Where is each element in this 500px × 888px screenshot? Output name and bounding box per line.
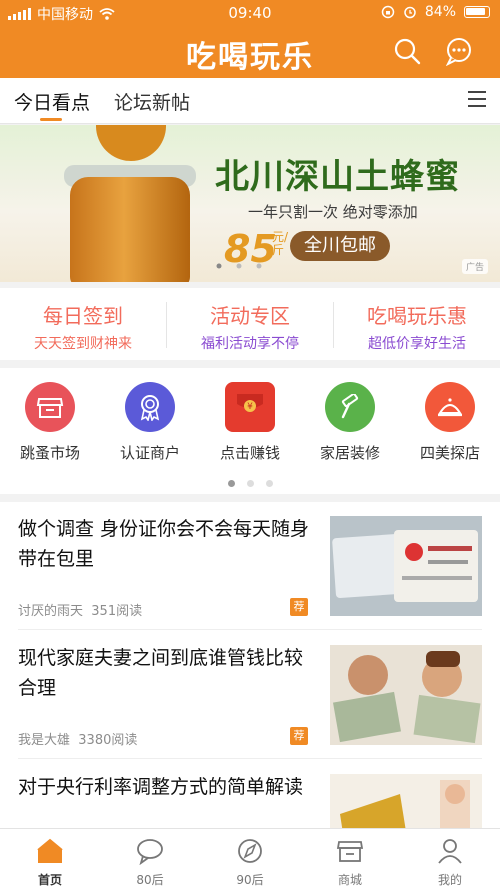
recommend-badge: 荐	[290, 727, 308, 745]
bottom-tab-bar: 首页 80后 90后 商城 我的	[0, 828, 500, 888]
tabbar-90s[interactable]: 90后	[200, 837, 300, 888]
tabbar-label: 80后	[136, 873, 164, 887]
grid-label: 家居装修	[319, 444, 380, 462]
list-item[interactable]: 对于央行利率调整方式的简单解读	[0, 760, 500, 828]
article-title: 对于央行利率调整方式的简单解读	[18, 776, 304, 798]
store-icon	[25, 382, 75, 432]
status-right: 84%	[381, 4, 490, 20]
tabbar-label: 商城	[337, 873, 362, 887]
alarm-icon	[404, 6, 416, 19]
feature-subtitle: 福利活动享不停	[201, 336, 299, 352]
banner-subtitle: 一年只割一次 绝对零添加	[248, 203, 418, 221]
app-title: 吃喝玩乐	[186, 40, 314, 75]
content-tabs: 今日看点 论坛新帖	[0, 78, 500, 124]
hammer-icon	[325, 382, 375, 432]
battery-percent: 84%	[424, 4, 456, 20]
divider	[18, 629, 482, 630]
feature-title: 吃喝玩乐惠	[367, 304, 467, 328]
banner-pager-dots	[216, 263, 262, 269]
grid-item-certified[interactable]: 认证商户	[100, 382, 200, 463]
article-meta: 讨厌的雨天 351阅读	[18, 600, 142, 619]
banner-cta-button[interactable]: 全川包邮	[290, 231, 390, 261]
top-bar: 中国移动 09:40 84% 吃喝玩乐	[0, 0, 500, 78]
grid-item-home-decor[interactable]: 家居装修	[300, 382, 400, 463]
grid-item-flea-market[interactable]: 跳蚤市场	[0, 382, 100, 463]
svg-text:¥: ¥	[247, 402, 253, 412]
promo-banner[interactable]: 北川深山土蜂蜜 一年只割一次 绝对零添加 85 元/斤 全川包邮 广告	[0, 125, 500, 282]
food-tray-icon	[425, 382, 475, 432]
article-meta: 我是大雄 3380阅读	[18, 729, 137, 748]
pager-dot	[265, 480, 273, 487]
tab-today[interactable]: 今日看点	[14, 88, 90, 115]
tabbar-label: 90后	[236, 873, 264, 887]
feature-deals[interactable]: 吃喝玩乐惠 超低价享好生活	[334, 288, 500, 360]
article-reads: 3380阅读	[78, 733, 138, 748]
red-envelope-icon: ¥	[225, 382, 275, 432]
feature-row: 每日签到 天天签到财神来 活动专区 福利活动享不停 吃喝玩乐惠 超低价享好生活	[0, 288, 500, 360]
tabbar-label: 首页	[37, 873, 62, 887]
article-thumbnail	[330, 774, 482, 828]
article-title: 做个调查 身份证你会不会每天随身带在包里	[18, 518, 310, 570]
pager-dot	[227, 480, 235, 487]
grid-label: 认证商户	[119, 444, 180, 462]
pager-dot	[246, 480, 254, 487]
grid-label: 跳蚤市场	[19, 444, 80, 462]
tabbar-label: 我的	[437, 873, 462, 887]
banner-title: 北川深山土蜂蜜	[215, 157, 460, 197]
article-thumbnail	[330, 516, 482, 616]
shop-icon	[336, 841, 364, 862]
message-icon[interactable]	[444, 36, 474, 66]
feature-checkin[interactable]: 每日签到 天天签到财神来	[0, 288, 166, 360]
article-list: 做个调查 身份证你会不会每天随身带在包里 讨厌的雨天 351阅读 荐 现代家庭夫…	[0, 502, 500, 828]
article-thumbnail	[330, 645, 482, 745]
recommend-badge: 荐	[290, 598, 308, 616]
honey-jar-image	[70, 177, 190, 282]
banner-unit: 元/斤	[272, 230, 289, 257]
feature-title: 活动专区	[210, 304, 290, 328]
feature-activities[interactable]: 活动专区 福利活动享不停	[167, 288, 333, 360]
list-item[interactable]: 做个调查 身份证你会不会每天随身带在包里 讨厌的雨天 351阅读 荐	[0, 502, 500, 630]
person-icon	[438, 839, 462, 864]
ad-tag: 广告	[461, 259, 488, 274]
status-bar: 中国移动 09:40 84%	[0, 0, 500, 26]
article-reads: 351阅读	[91, 604, 143, 619]
article-author: 我是大雄	[18, 733, 71, 748]
tab-forum[interactable]: 论坛新帖	[114, 88, 190, 115]
grid-label: 四美探店	[419, 444, 480, 462]
grid-label: 点击赚钱	[219, 444, 280, 462]
article-title: 现代家庭夫妻之间到底谁管钱比较合理	[18, 647, 304, 699]
active-tab-indicator	[40, 118, 62, 121]
rotation-lock-icon	[381, 5, 395, 19]
search-icon[interactable]	[392, 36, 422, 66]
compass-icon	[238, 839, 262, 863]
chat-bubble-icon	[137, 839, 163, 866]
feature-subtitle: 超低价享好生活	[368, 336, 466, 352]
list-item[interactable]: 现代家庭夫妻之间到底谁管钱比较合理 我是大雄 3380阅读 荐	[0, 631, 500, 759]
battery-icon	[464, 6, 490, 18]
article-author: 讨厌的雨天	[18, 604, 84, 619]
feature-title: 每日签到	[43, 304, 123, 328]
category-grid: 跳蚤市场 认证商户 ¥ 点击赚钱 家居装修 四美探店	[0, 368, 500, 494]
grid-item-store-visit[interactable]: 四美探店	[400, 382, 500, 463]
feature-subtitle: 天天签到财神来	[34, 336, 132, 352]
honey-spoon-image	[96, 125, 166, 161]
tabbar-80s[interactable]: 80后	[100, 837, 200, 888]
certificate-icon	[125, 382, 175, 432]
divider	[18, 758, 482, 759]
grid-pager-dots	[0, 472, 500, 491]
menu-icon[interactable]	[468, 91, 486, 107]
tabbar-me[interactable]: 我的	[400, 837, 500, 888]
tabbar-shop[interactable]: 商城	[300, 837, 400, 888]
tabbar-home[interactable]: 首页	[0, 837, 100, 888]
home-icon	[37, 838, 63, 863]
grid-item-earn[interactable]: ¥ 点击赚钱	[200, 382, 300, 463]
